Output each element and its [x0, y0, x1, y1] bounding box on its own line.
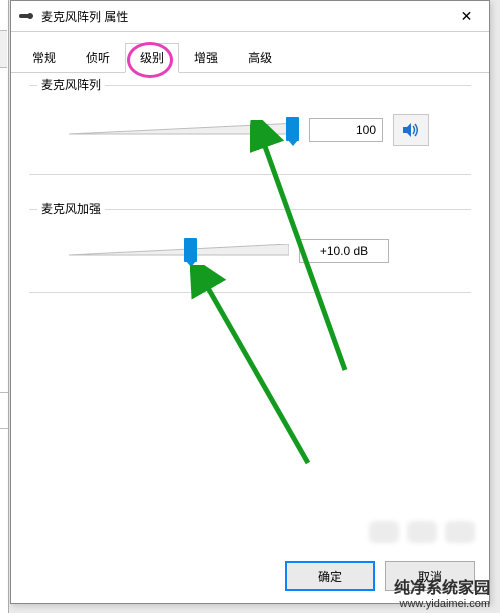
close-button[interactable]: ✕ — [444, 1, 489, 31]
tabstrip: 常规 侦听 级别 增强 高级 — [11, 42, 489, 73]
tab-advanced[interactable]: 高级 — [233, 43, 287, 73]
ok-button[interactable]: 确定 — [285, 561, 375, 591]
group-mic-array: 麦克风阵列 — [29, 85, 471, 175]
background-divider — [0, 428, 8, 429]
cancel-button-label: 取消 — [418, 568, 442, 585]
tab-content: 麦克风阵列 — [11, 65, 489, 293]
properties-dialog: 麦克风阵列 属性 ✕ 常规 侦听 级别 增强 高级 麦克风阵列 — [10, 0, 490, 604]
slider-thumb[interactable] — [286, 117, 299, 141]
background-divider — [0, 392, 8, 393]
close-icon: ✕ — [461, 8, 473, 25]
tab-listen[interactable]: 侦听 — [71, 43, 125, 73]
screen: 麦克风阵列 属性 ✕ 常规 侦听 级别 增强 高级 麦克风阵列 — [0, 0, 500, 613]
dialog-buttons: 确定 取消 — [285, 561, 475, 591]
cancel-button[interactable]: 取消 — [385, 561, 475, 591]
tab-label: 常规 — [32, 51, 56, 65]
tab-levels[interactable]: 级别 — [125, 43, 179, 73]
mic-boost-row — [69, 238, 461, 264]
background-decoration — [369, 521, 475, 543]
slider-thumb[interactable] — [184, 238, 197, 262]
slider-track — [69, 123, 299, 135]
mic-array-row — [69, 114, 461, 146]
group-mic-array-label: 麦克风阵列 — [37, 76, 105, 93]
tab-label: 级别 — [140, 51, 164, 65]
blob — [407, 521, 437, 543]
mic-array-slider[interactable] — [69, 117, 299, 143]
title-left: 麦克风阵列 属性 — [19, 8, 128, 25]
tab-label: 增强 — [194, 51, 218, 65]
slider-track — [69, 244, 289, 256]
mic-boost-slider[interactable] — [69, 238, 289, 264]
blob — [445, 521, 475, 543]
speaker-icon — [402, 122, 420, 138]
tab-enhance[interactable]: 增强 — [179, 43, 233, 73]
mic-array-value[interactable] — [309, 118, 383, 142]
mute-toggle-button[interactable] — [393, 114, 429, 146]
tab-label: 侦听 — [86, 51, 110, 65]
mic-boost-value[interactable] — [299, 239, 389, 263]
group-mic-boost: 麦克风加强 — [29, 209, 471, 293]
mic-icon — [19, 10, 35, 22]
tab-general[interactable]: 常规 — [17, 43, 71, 73]
background-edge — [0, 0, 9, 613]
background-partial-button — [0, 30, 7, 68]
group-mic-boost-label: 麦克风加强 — [37, 200, 105, 217]
ok-button-label: 确定 — [318, 568, 342, 585]
tab-label: 高级 — [248, 51, 272, 65]
window-title: 麦克风阵列 属性 — [41, 8, 128, 25]
blob — [369, 521, 399, 543]
titlebar: 麦克风阵列 属性 ✕ — [11, 1, 489, 32]
